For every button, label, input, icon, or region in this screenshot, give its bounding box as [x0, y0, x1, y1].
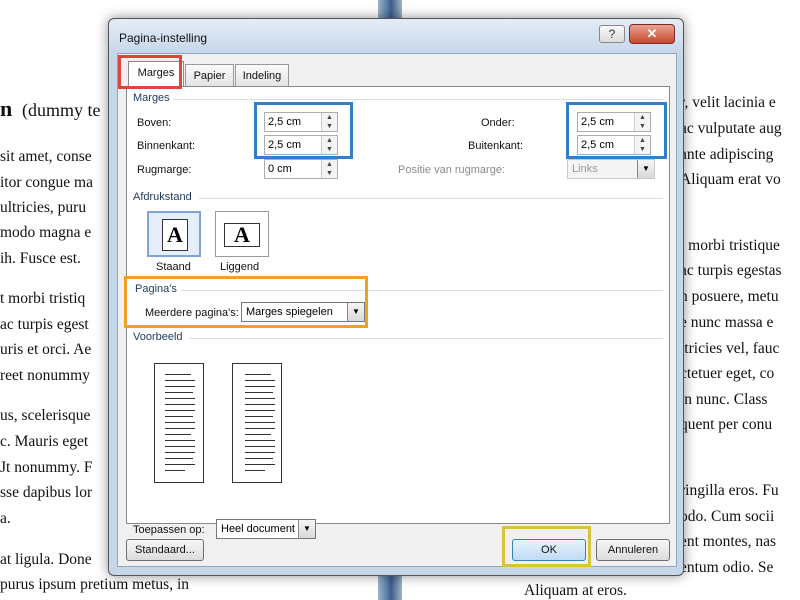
help-button[interactable]: ?	[599, 25, 625, 43]
gutter-label: Rugmarge:	[137, 164, 192, 176]
dialog-title: Pagina-instelling	[119, 31, 208, 45]
apply-to-select[interactable]: Heel document ▼	[216, 519, 316, 539]
preview-left-page	[154, 363, 204, 483]
doc-line: purus ipsum pretium metus, in	[0, 576, 190, 593]
doc-line: reet nonummy	[0, 367, 90, 384]
doc-line: ih. Fusce est.	[0, 250, 81, 267]
landscape-label: Liggend	[220, 261, 260, 273]
gutter-position-value: Links	[572, 163, 598, 175]
landscape-icon: A	[224, 223, 260, 247]
group-separator	[189, 338, 663, 339]
inside-margin-value: 2,5 cm	[268, 139, 302, 151]
doc-line: ultricies, puru	[0, 199, 87, 216]
preview-group-label: Voorbeeld	[133, 331, 183, 343]
preview-right-page	[232, 363, 282, 483]
gutter-position-label: Positie van rugmarge:	[398, 164, 505, 176]
doc-line: e nunc massa e	[680, 314, 774, 331]
doc-line: n	[0, 96, 13, 121]
outside-margin-input[interactable]: 2,5 cm ▲ ▼	[577, 135, 651, 155]
outside-margin-value: 2,5 cm	[581, 139, 615, 151]
title-bar[interactable]: Pagina-instelling ? ✕	[109, 19, 683, 53]
bottom-margin-value: 2,5 cm	[581, 116, 615, 128]
inside-label: Binnenkant:	[137, 140, 196, 152]
chevron-down-icon[interactable]: ▼	[298, 520, 315, 538]
group-separator	[181, 290, 663, 291]
gutter-input[interactable]: 0 cm ▲ ▼	[264, 159, 338, 179]
doc-line: quent per conu	[680, 416, 773, 433]
tab-papier[interactable]: Papier	[185, 64, 234, 86]
gutter-position-select: Links ▼	[567, 159, 655, 179]
doc-line: n posuere, metu	[680, 288, 779, 305]
ok-button[interactable]: OK	[512, 539, 586, 561]
margins-group-label: Marges	[133, 92, 170, 104]
tab-marges[interactable]: Marges	[128, 61, 184, 87]
spin-arrows[interactable]: ▲ ▼	[634, 136, 650, 154]
doc-line: odo. Cum socii	[680, 508, 775, 525]
apply-to-value: Heel document	[221, 523, 295, 535]
gutter-value: 0 cm	[268, 163, 292, 175]
spin-arrows[interactable]: ▲ ▼	[321, 136, 337, 154]
doc-line: ringilla eros. Fu	[680, 482, 779, 499]
orientation-group-label: Afdrukstand	[133, 191, 192, 203]
chevron-down-icon: ▼	[637, 160, 654, 178]
top-margin-input[interactable]: 2,5 cm ▲ ▼	[264, 112, 338, 132]
doc-line: sit amet, conse	[0, 148, 92, 165]
doc-line: ac turpis egest	[0, 316, 89, 333]
doc-line: in nunc. Class	[680, 391, 768, 408]
doc-line: ent montes, nas	[680, 533, 776, 550]
doc-line: ctetuer eget, co	[680, 365, 775, 382]
doc-line: ac turpis egestas	[680, 262, 782, 279]
doc-line: t morbi tristique	[680, 237, 780, 254]
doc-line: modo magna e	[0, 224, 92, 241]
top-margin-value: 2,5 cm	[268, 116, 302, 128]
doc-line: a.	[0, 510, 11, 527]
default-button[interactable]: Standaard...	[126, 539, 204, 561]
doc-line: (dummy te	[22, 100, 101, 120]
multiple-pages-label: Meerdere pagina's:	[145, 307, 239, 319]
bottom-margin-input[interactable]: 2,5 cm ▲ ▼	[577, 112, 651, 132]
doc-line: itor congue ma	[0, 174, 93, 191]
doc-line: Jt nonummy. F	[0, 459, 93, 476]
multiple-pages-value: Marges spiegelen	[246, 306, 333, 318]
doc-line: c. Mauris eget	[0, 433, 89, 450]
doc-line: r, velit lacinia e	[680, 94, 776, 111]
doc-line: Aliquam erat vo	[680, 171, 781, 188]
portrait-option[interactable]: A	[147, 211, 201, 257]
apply-to-label: Toepassen op:	[133, 524, 205, 536]
page-setup-dialog: Pagina-instelling ? ✕ Marges Papier Inde…	[108, 18, 684, 576]
inside-margin-input[interactable]: 2,5 cm ▲ ▼	[264, 135, 338, 155]
group-separator	[199, 198, 663, 199]
tab-indeling[interactable]: Indeling	[235, 64, 289, 86]
chevron-down-icon[interactable]: ▼	[347, 303, 364, 321]
multiple-pages-select[interactable]: Marges spiegelen ▼	[241, 302, 365, 322]
spin-arrows[interactable]: ▲ ▼	[634, 113, 650, 131]
close-button[interactable]: ✕	[629, 24, 675, 44]
group-separator	[173, 99, 663, 100]
margins-panel: Marges Boven: 2,5 cm ▲ ▼ Binnenkant: 2,5 …	[126, 86, 670, 539]
portrait-label: Staand	[156, 261, 191, 273]
doc-line: ltricies vel, fauc	[680, 340, 780, 357]
dialog-client: Marges Papier Indeling Marges Boven: 2,5…	[117, 53, 677, 567]
spin-arrows[interactable]: ▲ ▼	[321, 160, 337, 178]
doc-line: ante adipiscing	[680, 146, 774, 163]
doc-line: entum odio. Se	[680, 559, 774, 576]
spin-arrows[interactable]: ▲ ▼	[321, 113, 337, 131]
doc-line: at ligula. Done	[0, 551, 92, 568]
bottom-label: Onder:	[481, 117, 515, 129]
doc-line: uris et orci. Ae	[0, 341, 92, 358]
landscape-option[interactable]: A	[215, 211, 269, 257]
portrait-icon: A	[162, 219, 188, 251]
cancel-button[interactable]: Annuleren	[596, 539, 670, 561]
doc-line: sse dapibus lor	[0, 484, 93, 501]
top-label: Boven:	[137, 117, 172, 129]
doc-line: t morbi tristiq	[0, 290, 86, 307]
doc-line: ac vulputate aug	[680, 120, 782, 137]
doc-line: us, scelerisque	[0, 407, 91, 424]
pages-group-label: Pagina's	[135, 283, 177, 295]
doc-line: Aliquam at eros.	[524, 582, 627, 599]
outside-label: Buitenkant:	[468, 140, 524, 152]
